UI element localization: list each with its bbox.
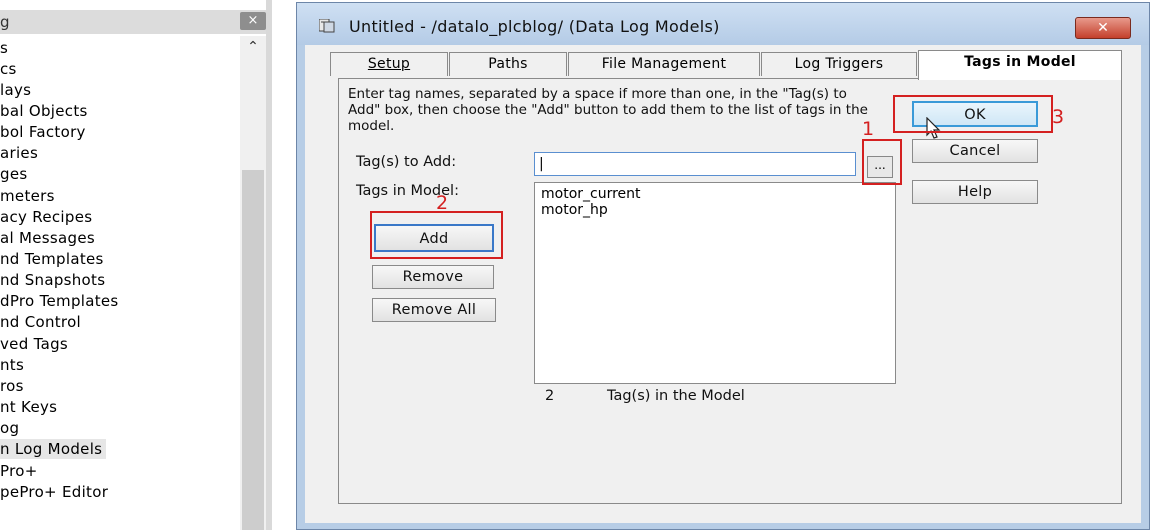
annotation-number-2: 2 [436, 192, 449, 214]
tab-setup[interactable]: Setup [330, 52, 448, 76]
tags-to-add-label: Tag(s) to Add: [356, 154, 457, 170]
scroll-up-icon[interactable]: ⌃ [244, 38, 262, 56]
tree-item[interactable]: n Log Models [0, 439, 107, 459]
explorer-header-title: g [0, 13, 10, 31]
add-button[interactable]: Add [374, 224, 494, 252]
tree-item[interactable]: Pro+ [0, 461, 38, 481]
tree-item[interactable]: ges [0, 164, 27, 184]
instructions-text: Enter tag names, separated by a space if… [348, 86, 868, 134]
tag-count: 2 [545, 388, 555, 404]
dialog-titlebar[interactable]: Untitled - /datalo_plcblog/ (Data Log Mo… [297, 3, 1149, 45]
remove-button[interactable]: Remove [372, 265, 494, 289]
mouse-cursor-icon [926, 117, 941, 139]
tree-item[interactable]: bal Objects [0, 101, 88, 121]
tags-in-model-list[interactable]: motor_current motor_hp [534, 182, 896, 384]
pane-divider[interactable] [266, 0, 272, 530]
explorer-header: g × [0, 10, 270, 34]
tab-log-triggers-label: Log Triggers [794, 56, 884, 72]
explorer-scrollbar[interactable]: ⌃ [240, 36, 266, 530]
explorer-close-icon[interactable]: × [240, 12, 266, 30]
tab-tags-in-model[interactable]: Tags in Model [918, 50, 1122, 80]
tree-item[interactable]: meters [0, 186, 55, 206]
explorer-pane: g × s cs lays bal Objects bol Factory aries ge… [0, 0, 272, 530]
scroll-thumb[interactable] [242, 170, 264, 530]
tree-item[interactable]: og [0, 418, 19, 438]
app-icon [319, 19, 335, 33]
tab-paths[interactable]: Paths [449, 52, 567, 76]
tree-item[interactable]: ved Tags [0, 334, 68, 354]
tab-file-management[interactable]: File Management [568, 52, 760, 76]
tab-paths-label: Paths [488, 56, 528, 72]
tree-item[interactable]: lays [0, 80, 31, 100]
annotation-number-3: 3 [1052, 106, 1065, 128]
tree-item[interactable]: nd Control [0, 312, 81, 332]
help-button[interactable]: Help [912, 180, 1038, 204]
tag-count-label: Tag(s) in the Model [607, 388, 745, 404]
tree-item[interactable]: pePro+ Editor [0, 482, 108, 502]
tree-item[interactable]: nt Keys [0, 397, 57, 417]
tree-item[interactable]: bol Factory [0, 122, 86, 142]
tree-item[interactable]: s [0, 38, 8, 58]
tab-file-management-label: File Management [601, 56, 727, 72]
dialog-title: Untitled - /datalo_plcblog/ (Data Log Mo… [349, 17, 720, 36]
tree-item[interactable]: nd Templates [0, 249, 104, 269]
remove-all-button[interactable]: Remove All [372, 298, 496, 322]
list-item[interactable]: motor_hp [541, 202, 889, 218]
annotation-number-1: 1 [862, 118, 875, 140]
list-item[interactable]: motor_current [541, 186, 889, 202]
tab-setup-label: Setup [367, 56, 411, 72]
tree-item[interactable]: nts [0, 355, 24, 375]
browse-tags-button[interactable]: ... [867, 156, 893, 178]
tree-item[interactable]: nd Snapshots [0, 270, 105, 290]
tree-item[interactable]: acy Recipes [0, 207, 92, 227]
tree-item[interactable]: aries [0, 143, 38, 163]
tree-item[interactable]: dPro Templates [0, 291, 119, 311]
tab-tags-in-model-label: Tags in Model [964, 54, 1076, 70]
tree-item[interactable]: cs [0, 59, 17, 79]
close-button[interactable]: ✕ [1075, 17, 1131, 39]
tab-log-triggers[interactable]: Log Triggers [761, 52, 917, 76]
tree-item[interactable]: al Messages [0, 228, 95, 248]
tags-to-add-input[interactable]: | [534, 152, 856, 176]
tree-item[interactable]: ros [0, 376, 24, 396]
cancel-button[interactable]: Cancel [912, 139, 1038, 163]
